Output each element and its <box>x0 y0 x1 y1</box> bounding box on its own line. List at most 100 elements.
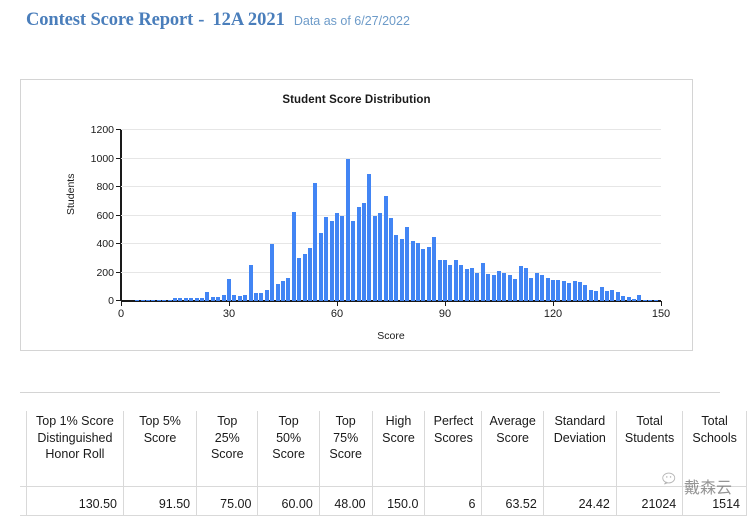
plot-wrapper: Students 0 200 400 600 800 1000 1200 0 30 60 90 12… <box>21 80 694 352</box>
x-tick-label: 30 <box>222 308 236 320</box>
section-divider <box>20 392 720 393</box>
x-tick-mark <box>445 301 446 306</box>
y-tick-label: 0 <box>108 295 114 307</box>
histogram-bar <box>599 287 604 301</box>
gridline <box>121 186 661 187</box>
histogram-bar <box>480 263 485 301</box>
y-tick-label: 400 <box>96 238 114 250</box>
histogram-bar <box>183 297 188 301</box>
page-title: Contest Score Report <box>26 10 194 30</box>
histogram-bar <box>540 274 545 301</box>
histogram-bar <box>151 300 156 301</box>
x-tick-mark <box>337 301 338 306</box>
plot-area: 0 200 400 600 800 1000 1200 0 30 60 90 120 150 <box>91 124 671 320</box>
histogram-bar <box>621 296 626 301</box>
histogram-bar <box>518 266 523 301</box>
x-tick-mark <box>121 301 122 306</box>
histogram-bar <box>372 215 377 301</box>
contest-name: 12A 2021 <box>212 10 285 30</box>
y-tick-mark <box>116 214 121 216</box>
table-column-header: Top 75% Score <box>318 411 373 487</box>
gridline <box>121 157 661 159</box>
histogram-bar <box>507 274 512 301</box>
histogram-bar <box>648 300 653 301</box>
histogram-bar <box>351 220 356 301</box>
histogram-bar <box>459 264 464 301</box>
histogram-bar <box>254 293 258 301</box>
table-cell: 6 <box>424 486 483 516</box>
y-tick-mark <box>116 271 121 273</box>
y-tick-mark <box>116 243 121 244</box>
x-tick-mark <box>229 301 230 306</box>
gridline <box>121 129 661 130</box>
histogram-bar <box>529 277 534 301</box>
histogram-bar <box>189 298 194 301</box>
histogram-bar <box>318 233 323 301</box>
histogram-bar <box>200 298 204 301</box>
histogram-bar <box>626 297 631 301</box>
histogram-bar <box>545 278 550 301</box>
table-column-header: Top 50% Score <box>257 411 320 487</box>
histogram-bar <box>448 264 453 301</box>
x-tick-label: 120 <box>543 308 563 320</box>
x-tick-label: 0 <box>117 308 125 320</box>
histogram-bar <box>556 279 561 301</box>
histogram-bar <box>432 236 437 301</box>
histogram-bar <box>281 281 285 301</box>
histogram-bar <box>394 234 399 301</box>
histogram-bar <box>270 244 275 301</box>
histogram-bar <box>248 265 253 301</box>
table-column-header: Average Score <box>481 411 544 487</box>
histogram-bar <box>367 174 372 301</box>
table-cell: 1514 <box>682 486 747 516</box>
table-cell: 48.00 <box>318 486 373 516</box>
y-tick-mark <box>116 157 121 159</box>
y-tick-label: 1000 <box>90 152 114 165</box>
histogram-bar <box>378 212 383 301</box>
histogram-bar <box>205 292 210 301</box>
histogram-bar <box>221 295 226 301</box>
histogram-bar <box>653 300 658 301</box>
histogram-bar <box>426 246 431 301</box>
histogram-bar <box>416 242 420 301</box>
y-tick-mark <box>116 186 121 187</box>
histogram-bar <box>605 291 609 301</box>
histogram-bar <box>146 299 150 301</box>
histogram-bar <box>421 249 426 301</box>
histogram-bar <box>610 289 615 301</box>
histogram-bar <box>534 272 539 301</box>
histogram-bar <box>259 292 264 301</box>
histogram-bar <box>335 213 339 301</box>
x-tick-label: 60 <box>330 308 344 320</box>
histogram-bar <box>551 280 555 301</box>
histogram-bar <box>572 281 577 301</box>
data-as-of-label: Data as of 6/27/2022 <box>293 14 410 28</box>
statistics-table: Top 1% Score Distinguished Honor Roll Top… <box>20 411 747 516</box>
table-column-header: Top 25% Score <box>196 411 259 487</box>
histogram-bar <box>470 268 474 301</box>
x-tick-mark <box>553 301 554 306</box>
histogram-bar <box>178 298 183 301</box>
histogram-bar <box>297 258 302 301</box>
histogram-bar <box>615 292 620 301</box>
report-page: Contest Score Report - 12A 2021 Data as … <box>0 0 747 520</box>
table-cell: 75.00 <box>196 486 259 516</box>
table-cell: 150.0 <box>371 486 426 516</box>
table-column-header: Top 1% Score Distinguished Honor Roll <box>25 411 124 487</box>
y-tick-label: 200 <box>96 266 114 279</box>
histogram-bar <box>308 248 312 301</box>
table-column-header: Total Schools <box>682 411 747 487</box>
histogram-bar <box>588 290 593 301</box>
histogram-bar <box>243 294 248 301</box>
table-column-header: High Score <box>371 411 426 487</box>
histogram-bar <box>286 278 291 301</box>
histogram-bar <box>632 298 636 301</box>
table-row: 130.50 91.50 75.00 60.00 48.00 150.0 6 63.52 24.… <box>20 486 747 516</box>
histogram-bar <box>216 297 221 301</box>
histogram-bar <box>405 226 410 301</box>
table-cell: 91.50 <box>122 486 198 516</box>
histogram-bar <box>513 278 518 301</box>
histogram-bar <box>329 221 334 301</box>
table-header-row: Top 1% Score Distinguished Honor Roll Top… <box>20 411 747 487</box>
histogram-bar <box>443 259 447 301</box>
